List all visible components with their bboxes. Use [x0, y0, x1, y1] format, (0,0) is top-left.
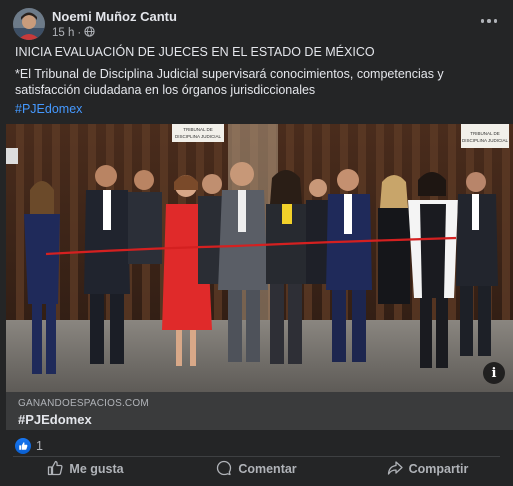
info-icon[interactable]: i [483, 362, 505, 384]
link-preview[interactable]: GANANDOESPACIOS.COM #PJEdomex [6, 392, 513, 430]
like-label: Me gusta [69, 462, 124, 476]
link-domain: GANANDOESPACIOS.COM [18, 398, 149, 409]
svg-text:DISCIPLINA JUDICIAL: DISCIPLINA JUDICIAL [175, 134, 222, 139]
like-button[interactable]: Me gusta [0, 458, 171, 480]
post-body: *El Tribunal de Disciplina Judicial supe… [15, 67, 444, 97]
share-label: Compartir [408, 462, 469, 476]
post-meta: 15 h · [52, 26, 95, 40]
svg-text:TRIBUNAL DE: TRIBUNAL DE [470, 131, 500, 136]
globe-icon[interactable] [84, 26, 95, 40]
thumbs-up-icon [47, 460, 63, 479]
post-actions: Me gusta Comentar Compartir [0, 458, 513, 480]
author-name[interactable]: Noemi Muñoz Cantu [52, 9, 177, 24]
post-hashtag[interactable]: #PJEdomex [15, 102, 82, 116]
actions-divider [13, 456, 500, 457]
reaction-summary[interactable]: 1 [15, 438, 43, 454]
post-photo[interactable]: TRIBUNAL DE DISCIPLINA JUDICIAL TRIBUNAL… [6, 124, 513, 392]
post-time[interactable]: 15 h [52, 27, 74, 39]
svg-text:TRIBUNAL DE: TRIBUNAL DE [183, 127, 213, 132]
reaction-count: 1 [36, 439, 43, 453]
post-headline: INICIA EVALUACIÓN DE JUECES EN EL ESTADO… [15, 45, 375, 59]
post-header: Noemi Muñoz Cantu 15 h · [0, 0, 513, 42]
comment-label: Comentar [238, 462, 297, 476]
share-icon [387, 460, 403, 479]
post-card: Noemi Muñoz Cantu 15 h · INICIA EVALUACI… [0, 0, 513, 486]
comment-icon [216, 460, 232, 479]
share-button[interactable]: Compartir [342, 458, 513, 480]
svg-text:DISCIPLINA JUDICIAL: DISCIPLINA JUDICIAL [462, 138, 509, 143]
like-reaction-icon [15, 438, 31, 454]
author-avatar[interactable] [13, 8, 45, 40]
comment-button[interactable]: Comentar [171, 458, 342, 480]
more-options-icon[interactable] [477, 10, 501, 32]
link-title[interactable]: #PJEdomex [18, 412, 92, 427]
